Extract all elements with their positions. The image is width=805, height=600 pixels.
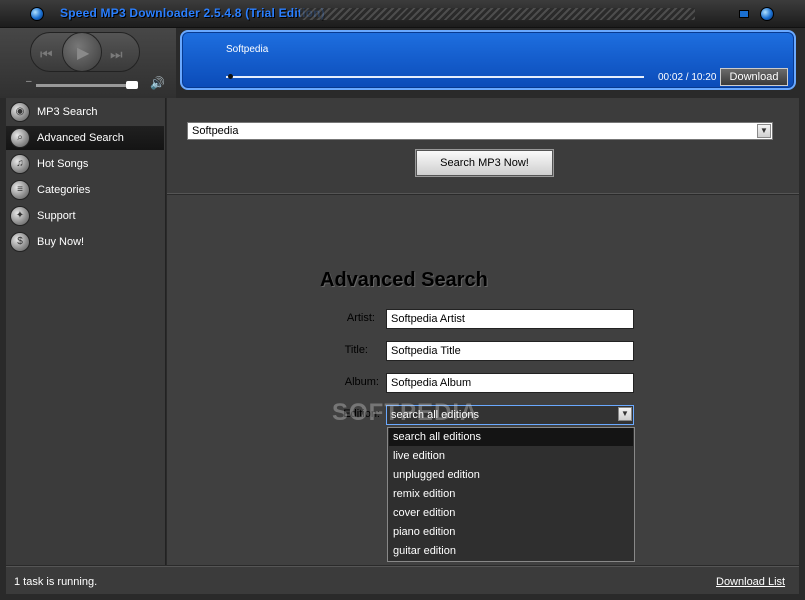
sidebar-item-label: Hot Songs [37, 158, 89, 170]
dropdown-option[interactable]: piano edition [389, 523, 633, 541]
title-field[interactable]: Softpedia Title [386, 341, 634, 361]
sidebar-item-label: Advanced Search [37, 132, 124, 144]
edition-dropdown: search all editions live edition unplugg… [387, 427, 635, 562]
artist-field[interactable]: Softpedia Artist [386, 309, 634, 329]
sidebar-item-label: Categories [37, 184, 91, 196]
next-icon[interactable]: ⏭ [110, 47, 123, 61]
support-icon: ✦ [10, 206, 30, 226]
search-combobox[interactable]: Softpedia ▼ [187, 122, 773, 140]
speaker-icon[interactable]: 🔊 [150, 76, 165, 90]
app-orb-icon[interactable] [30, 7, 44, 21]
dropdown-option[interactable]: remix edition [389, 485, 633, 503]
title-label: Title: [344, 344, 368, 356]
sidebar: ◉ MP3 Search ⌕ Advanced Search ♫ Hot Son… [6, 98, 166, 565]
player-controls: ⏮ ▶ ⏭ – 🔊 [0, 28, 176, 98]
sidebar-item-label: Support [37, 210, 76, 222]
chevron-down-icon[interactable]: ▼ [618, 407, 632, 421]
dropdown-option[interactable]: unplugged edition [389, 466, 633, 484]
search-area: Softpedia ▼ Search MP3 Now! [167, 98, 799, 194]
categories-icon: ≡ [10, 180, 30, 200]
window-title: Speed MP3 Downloader 2.5.4.8 (Trial Edit… [60, 6, 325, 20]
previous-icon[interactable]: ⏮ [40, 47, 53, 61]
sidebar-item-label: MP3 Search [37, 106, 98, 118]
sidebar-item-hot-songs[interactable]: ♫ Hot Songs [6, 152, 164, 176]
progress-knob[interactable] [228, 74, 233, 79]
dropdown-option[interactable]: live edition [389, 447, 633, 465]
sidebar-item-categories[interactable]: ≡ Categories [6, 178, 164, 202]
download-button[interactable]: Download [720, 68, 788, 86]
search-mp3-button[interactable]: Search MP3 Now! [415, 149, 554, 177]
dropdown-option[interactable]: cover edition [389, 504, 633, 522]
album-field[interactable]: Softpedia Album [386, 373, 634, 393]
sidebar-item-mp3-search[interactable]: ◉ MP3 Search [6, 100, 164, 124]
status-text: 1 task is running. [14, 576, 98, 588]
progress-bar[interactable] [226, 76, 644, 78]
artist-label: Artist: [346, 312, 375, 324]
album-label: Album: [344, 376, 379, 388]
dropdown-option[interactable]: guitar edition [389, 542, 633, 560]
volume-minus-icon: – [26, 76, 32, 87]
time-display: 00:02 / 10:20 [658, 72, 717, 83]
close-orb-button[interactable] [760, 7, 774, 21]
search-query: Softpedia [192, 125, 239, 137]
sidebar-item-buy-now[interactable]: $ Buy Now! [6, 230, 164, 254]
disc-icon: ◉ [10, 102, 30, 122]
headphones-icon: ♫ [10, 154, 30, 174]
download-list-link[interactable]: Download List [716, 576, 785, 588]
play-icon: ▶ [77, 45, 90, 62]
volume-knob[interactable] [126, 81, 138, 89]
watermark: SOFTPEDIA [332, 399, 479, 426]
minimize-button[interactable] [739, 10, 749, 18]
sidebar-item-label: Buy Now! [37, 236, 85, 248]
page-title: Advanced Search [320, 269, 488, 291]
cart-icon: $ [10, 232, 30, 252]
sidebar-item-advanced-search[interactable]: ⌕ Advanced Search [6, 126, 164, 150]
volume-slider[interactable] [36, 84, 136, 87]
now-playing-panel: Softpedia 00:02 / 10:20 Download [180, 30, 796, 90]
play-button[interactable]: ▶ [62, 32, 102, 72]
song-name: Softpedia [226, 44, 269, 55]
title-stripes [300, 8, 695, 20]
sidebar-item-support[interactable]: ✦ Support [6, 204, 164, 228]
dropdown-option[interactable]: search all editions [389, 428, 633, 446]
status-bar: 1 task is running. Download List [6, 566, 799, 594]
advanced-search-panel: Advanced Search Artist: Softpedia Artist… [167, 195, 799, 565]
title-bar: Speed MP3 Downloader 2.5.4.8 (Trial Edit… [0, 0, 805, 28]
chevron-down-icon[interactable]: ▼ [757, 124, 771, 138]
magnifier-icon: ⌕ [10, 128, 30, 148]
